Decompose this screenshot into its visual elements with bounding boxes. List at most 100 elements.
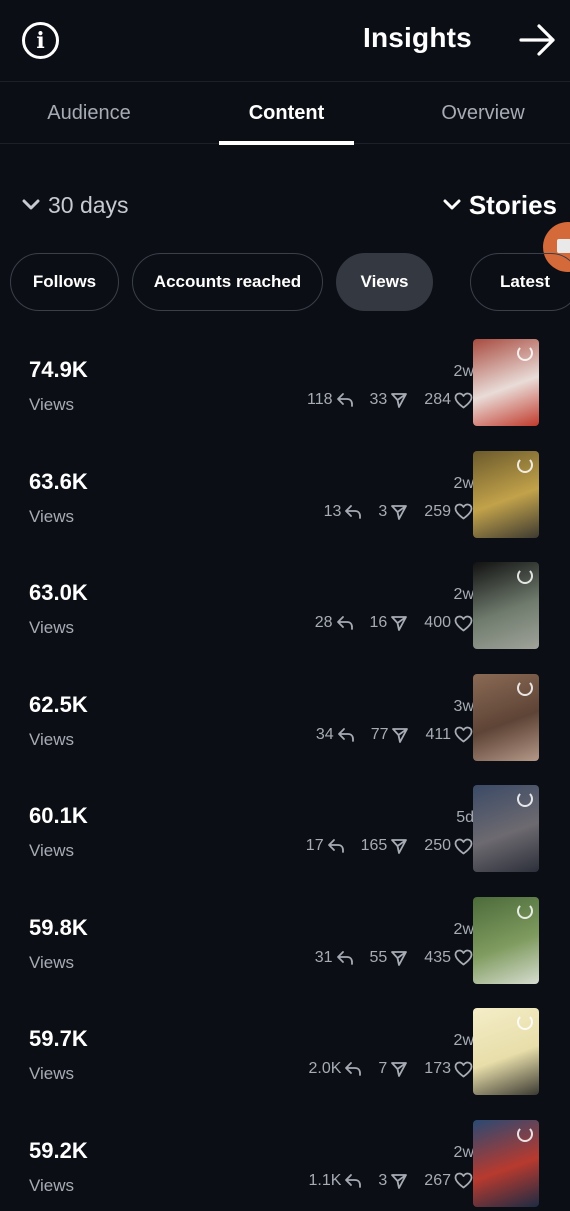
tab-bar: Audience Content Overview [0, 82, 570, 145]
replies-count: 28 [314, 614, 333, 631]
story-row[interactable]: 74.9K Views 2w 118 33 284 [0, 339, 570, 455]
replies-count: 2.0K [308, 1060, 342, 1077]
likes-stat: 284 [424, 391, 473, 409]
replies-count: 118 [306, 391, 333, 408]
story-views-label: Views [29, 618, 75, 637]
likes-stat: 435 [424, 949, 473, 967]
story-ring-icon [517, 568, 533, 584]
share-icon [391, 393, 408, 408]
story-views-label: Views [29, 952, 75, 972]
story-views-value: 60.1K [29, 803, 88, 828]
likes-stat: 259 [424, 503, 473, 521]
replies-stat: 28 [315, 614, 354, 632]
replies-stat: 2.0K [308, 1060, 362, 1078]
reply-icon [345, 1062, 362, 1076]
story-thumbnail[interactable] [473, 1119, 539, 1207]
reply-icon [336, 393, 353, 407]
page-title: Insights [363, 22, 472, 53]
shares-count: 3 [378, 1171, 388, 1189]
likes-stat: 173 [424, 1060, 473, 1078]
story-stats: 1.1K 3 267 [308, 1172, 473, 1190]
reply-icon [327, 839, 344, 853]
story-thumbnail[interactable] [473, 673, 539, 761]
tab-content[interactable]: Content [219, 82, 354, 145]
story-views-label: Views [29, 506, 75, 526]
story-views-label: Views [29, 1064, 75, 1083]
replies-stat: 34 [316, 726, 355, 744]
replies-count: 34 [315, 725, 334, 743]
share-icon [391, 839, 408, 854]
shares-stat: 16 [370, 614, 409, 632]
shares-count: 3 [378, 502, 388, 520]
share-icon [391, 950, 408, 966]
heart-icon [454, 838, 473, 854]
story-views-label: Views [29, 1175, 75, 1195]
likes-count: 435 [424, 948, 451, 966]
share-icon [391, 504, 408, 520]
story-row[interactable]: 59.8K Views 2w 31 55 435 [0, 896, 570, 1013]
chevron-down-icon [22, 199, 40, 210]
story-ring-icon [517, 791, 533, 807]
story-thumbnail[interactable] [473, 562, 539, 649]
replies-stat: 1.1K [308, 1172, 362, 1190]
story-row[interactable]: 63.0K Views 2w 28 16 400 [0, 562, 570, 678]
sort-follows-chip[interactable]: Follows [10, 253, 119, 311]
likes-count: 284 [424, 391, 451, 408]
story-stats: 118 33 284 [307, 391, 473, 409]
info-button[interactable]: i [22, 22, 59, 59]
likes-stat: 250 [424, 837, 473, 855]
sort-accounts-reached-chip[interactable]: Accounts reached [132, 253, 323, 311]
story-stats: 17 165 250 [306, 837, 473, 855]
story-stats: 28 16 400 [315, 614, 473, 632]
reply-icon [336, 616, 353, 630]
story-row[interactable]: 59.2K Views 2w 1.1K 3 267 [0, 1119, 570, 1211]
shares-count: 16 [369, 614, 388, 631]
story-thumbnail[interactable] [473, 339, 539, 426]
arrow-right-icon[interactable] [518, 22, 558, 58]
content-type-dropdown[interactable]: Stories [443, 187, 557, 223]
story-ring-icon [517, 345, 533, 361]
story-ring-icon [517, 902, 533, 919]
chevron-down-icon [443, 199, 461, 210]
story-row[interactable]: 60.1K Views 5d 17 165 250 [0, 785, 570, 901]
shares-count: 77 [370, 725, 389, 743]
replies-count: 31 [314, 948, 333, 966]
story-row[interactable]: 62.5K Views 3w 34 77 411 [0, 673, 570, 790]
replies-stat: 13 [324, 503, 363, 521]
story-age: 2w [453, 363, 474, 380]
replies-stat: 118 [307, 391, 354, 409]
story-ring-icon [517, 1014, 533, 1030]
shares-stat: 77 [371, 726, 410, 744]
likes-count: 250 [424, 837, 451, 854]
shares-stat: 7 [378, 1060, 408, 1078]
replies-count: 13 [323, 502, 342, 520]
story-thumbnail[interactable] [473, 896, 539, 984]
shares-count: 7 [378, 1060, 388, 1077]
shares-stat: 3 [378, 1172, 408, 1190]
story-age: 3w [453, 697, 474, 715]
story-thumbnail[interactable] [473, 1008, 539, 1095]
heart-icon [454, 726, 473, 743]
story-age: 2w [453, 920, 474, 938]
reply-icon [336, 950, 353, 965]
tab-audience[interactable]: Audience [0, 82, 178, 144]
story-row[interactable]: 59.7K Views 2w 2.0K 7 173 [0, 1008, 570, 1124]
shares-stat: 33 [370, 391, 409, 409]
shares-stat: 165 [361, 837, 409, 855]
story-age: 2w [453, 1032, 474, 1049]
story-views-value: 63.6K [29, 468, 88, 494]
story-row[interactable]: 63.6K Views 2w 13 3 259 [0, 450, 570, 567]
shares-count: 33 [369, 391, 388, 408]
story-views-value: 59.7K [29, 1026, 88, 1051]
likes-stat: 411 [425, 726, 473, 744]
story-thumbnail[interactable] [473, 785, 539, 872]
content-type-label: Stories [468, 189, 557, 220]
date-range-dropdown[interactable]: 30 days [22, 187, 129, 223]
sort-latest-chip[interactable]: Latest [470, 253, 570, 311]
likes-count: 259 [424, 502, 451, 520]
story-thumbnail[interactable] [473, 450, 539, 538]
tab-overview[interactable]: Overview [396, 82, 570, 144]
heart-icon [454, 949, 473, 966]
sort-views-chip[interactable]: Views [336, 253, 433, 311]
story-stats: 31 55 435 [315, 949, 473, 967]
